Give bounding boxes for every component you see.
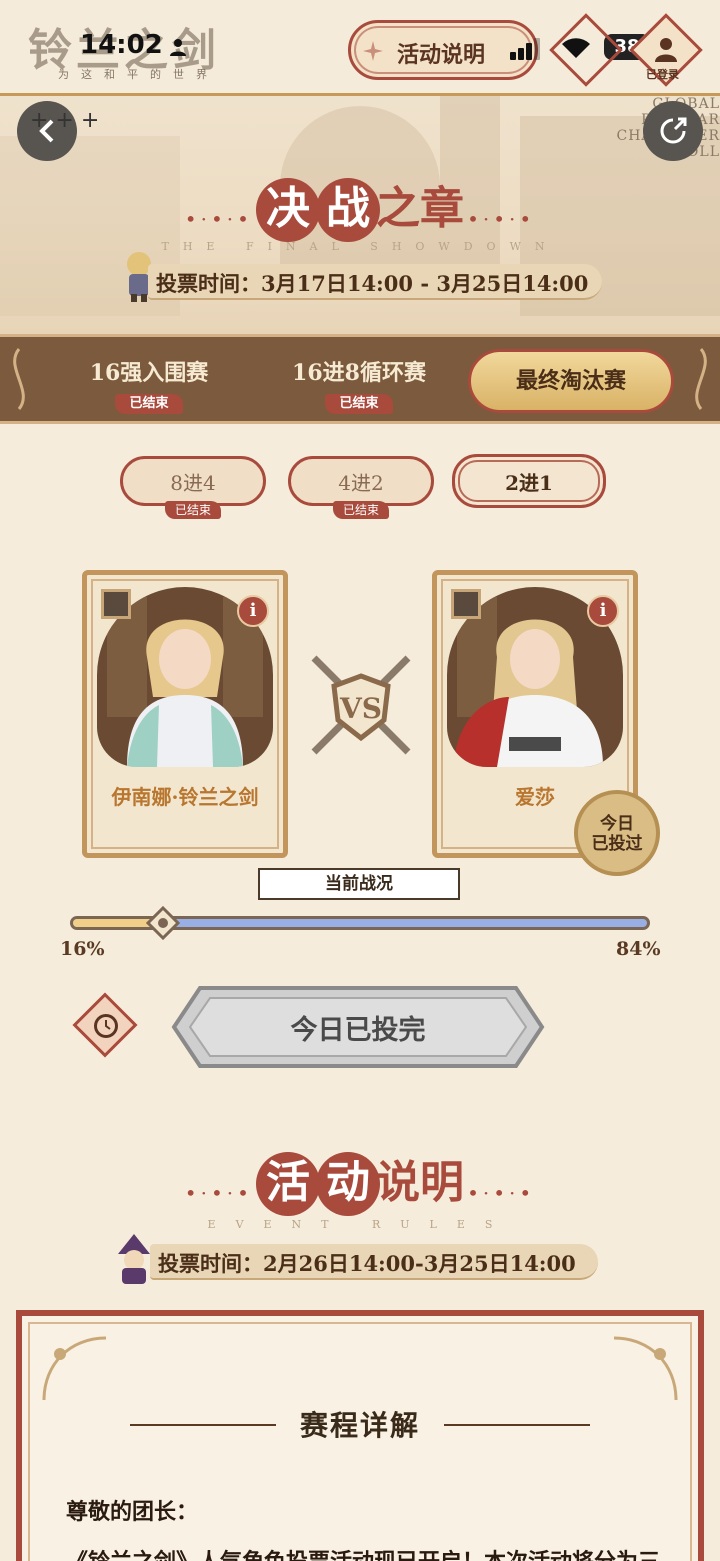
info-button[interactable]: i — [237, 595, 269, 627]
login-status-label: 已登录 — [646, 68, 679, 81]
rules-title: •·•·• 活动说明 •·•·• — [0, 1152, 720, 1216]
rules-title-english: EVENT RULES — [207, 1218, 513, 1231]
corner-ornament-icon — [613, 1336, 678, 1401]
round-tab-2to1[interactable]: 2进1 — [452, 454, 606, 508]
share-button[interactable] — [643, 101, 703, 161]
schedule-title: 赛程详解 — [299, 1409, 420, 1442]
svg-text:VS: VS — [339, 692, 382, 725]
round-tab-4to2[interactable]: 4进2 已结束 — [288, 456, 434, 519]
title-english: THE FINAL SHOWDOWN — [161, 240, 559, 253]
title-char-2: 动 — [316, 1152, 380, 1216]
round-tab-8to4[interactable]: 8进4 已结束 — [120, 456, 266, 519]
versus-icon: VS — [311, 655, 411, 755]
rules-vote-time-text: 投票时间：2月26日14:00-3月25日14:00 — [158, 1251, 576, 1276]
select-checkbox[interactable] — [451, 589, 481, 619]
round-tab-label: 2进1 — [505, 471, 553, 495]
title-dots-left: •·•·• — [184, 1180, 253, 1205]
sparkle-icon: + + + — [30, 108, 100, 133]
candidate-card-left[interactable]: i 伊南娜·铃兰之剑 — [82, 570, 288, 858]
tab-round-robin-label: 16进8循环赛 — [292, 360, 426, 386]
vote-time-banner: 投票时间：3月17日14:00 - 3月25日14:00 — [148, 264, 602, 300]
right-percent: 84% — [616, 938, 661, 960]
corner-ornament-icon — [695, 348, 707, 410]
progress-marker-icon — [145, 906, 180, 940]
status-badge: 已结束 — [115, 394, 183, 414]
status-badge: 已结束 — [333, 501, 390, 519]
voted-seal: 今日 已投过 — [574, 790, 660, 876]
person-icon — [170, 39, 186, 56]
ornament-icon — [363, 41, 383, 61]
info-button[interactable]: i — [587, 595, 619, 627]
signal-icon — [510, 38, 540, 60]
select-checkbox[interactable] — [101, 589, 131, 619]
user-icon — [655, 38, 677, 62]
left-percent: 16% — [60, 938, 105, 960]
title-char-1: 决 — [256, 178, 320, 242]
home-diamond-button[interactable] — [549, 13, 623, 87]
tab-final[interactable]: 最终淘汰赛 — [468, 349, 674, 413]
title-dots-right: •·•·• — [467, 1180, 536, 1205]
logo-subtitle: 为这和平的世界 — [58, 68, 219, 81]
clock-icon — [94, 1014, 118, 1038]
battle-status-label: 当前战况 — [258, 868, 460, 900]
header: 铃兰之剑 为这和平的世界 14:02 活动说明 38 已登录 — [0, 0, 720, 96]
vote-time-text: 投票时间：3月17日14:00 - 3月25日14:00 — [156, 271, 589, 296]
title-rest: 说明 — [376, 1157, 464, 1208]
status-time: 14:02 — [80, 30, 163, 60]
chapter-title: •·•·• 决战之章 •·•·• — [0, 178, 720, 242]
candidate-name: 伊南娜·铃兰之剑 — [111, 785, 259, 809]
title-char-1: 活 — [256, 1152, 320, 1216]
rules-button-label: 活动说明 — [397, 42, 486, 68]
tab-round-robin[interactable]: 16进8循环赛 已结束 — [290, 355, 428, 414]
title-char-2: 战 — [316, 178, 380, 242]
rules-paragraph: 《铃兰之剑》人气角色投票活动现已开启！本次活动将分为三 — [66, 1544, 660, 1561]
rules-vote-time-banner: 投票时间：2月26日14:00-3月25日14:00 — [150, 1244, 598, 1280]
corner-ornament-icon — [42, 1336, 107, 1401]
round-tab-label: 8进4 — [170, 471, 216, 495]
stage-tabs: 16强入围赛 已结束 16进8循环赛 已结束 最终淘汰赛 — [0, 334, 720, 424]
greeting-text: 尊敬的团长： — [66, 1499, 199, 1525]
title-dots-right: •·•·• — [467, 206, 536, 231]
round-tab-label: 4进2 — [338, 471, 384, 495]
status-badge: 已结束 — [325, 394, 393, 414]
title-dots-left: •·•·• — [184, 206, 253, 231]
tab-top16-label: 16强入围赛 — [89, 360, 209, 386]
corner-ornament-icon — [13, 348, 25, 410]
tab-top16[interactable]: 16强入围赛 已结束 — [86, 355, 212, 414]
title-rest: 之章 — [376, 183, 464, 234]
vote-button-label: 今日已投完 — [290, 1015, 426, 1046]
status-badge: 已结束 — [165, 501, 222, 519]
share-icon — [660, 117, 687, 144]
